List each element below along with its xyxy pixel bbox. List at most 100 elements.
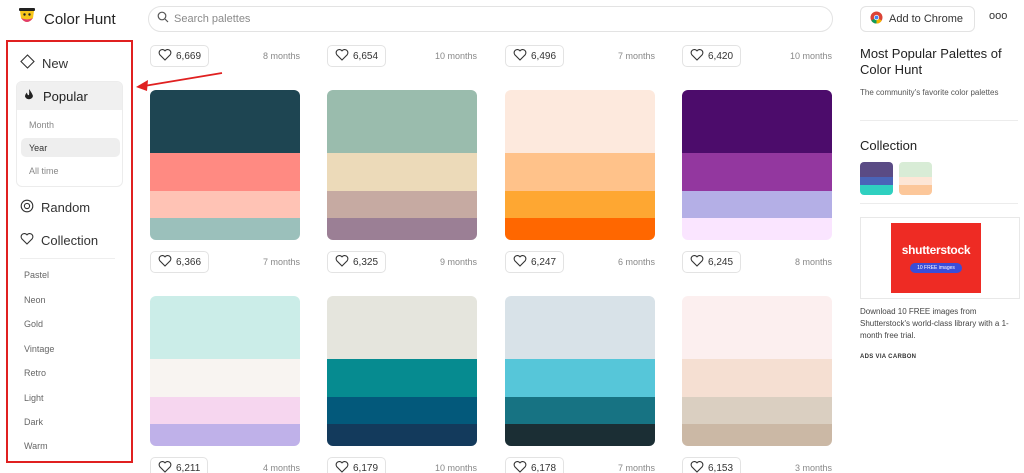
color-swatch[interactable] [150,424,300,446]
sidebar-item-popular[interactable]: Popular [17,82,122,110]
tag-vintage[interactable]: Vintage [24,344,54,354]
filter-month[interactable]: Month [29,120,54,130]
heart-icon [690,254,704,270]
heart-icon [158,48,172,64]
color-swatch[interactable] [505,191,655,218]
heart-icon [335,48,349,64]
filter-all-time[interactable]: All time [29,166,59,176]
color-swatch[interactable] [682,153,832,191]
color-swatch[interactable] [682,191,832,218]
color-swatch[interactable] [150,296,300,359]
more-menu-button[interactable]: ooo [989,10,1007,22]
color-swatch[interactable] [327,90,477,153]
color-swatch[interactable] [505,296,655,359]
sidebar-item-collection-label: Collection [41,232,99,248]
color-palette[interactable] [682,296,832,446]
like-button[interactable]: 6,179 [327,457,387,473]
color-swatch[interactable] [150,191,300,218]
color-swatch [899,185,932,195]
heart-icon [335,254,349,270]
like-button[interactable]: 6,366 [150,251,210,273]
search-input[interactable] [174,13,774,25]
shutterstock-ad-image[interactable]: shutterstock 10 FREE images [891,223,981,293]
ads-via-carbon-link[interactable]: ADS VIA CARBON [860,354,916,360]
add-to-chrome-button[interactable]: Add to Chrome [860,6,975,32]
ad-text[interactable]: Download 10 FREE images from Shutterstoc… [860,306,1020,342]
brand-logo[interactable]: Color Hunt [17,6,116,33]
color-swatch[interactable] [682,397,832,424]
palette-age: 9 months [439,257,477,267]
tag-light[interactable]: Light [24,393,44,403]
color-swatch[interactable] [682,424,832,446]
like-count: 6,366 [176,256,202,268]
color-swatch[interactable] [682,90,832,153]
color-swatch[interactable] [682,359,832,397]
like-button[interactable]: 6,420 [682,45,742,67]
color-swatch[interactable] [682,218,832,240]
sidebar-item-random[interactable]: Random [20,199,90,216]
filter-year[interactable]: Year [21,138,120,157]
color-hunt-page: Color Hunt Add to Chrome ooo New [0,0,1024,473]
tag-retro[interactable]: Retro [24,368,46,378]
color-swatch[interactable] [327,359,477,397]
search-bar[interactable] [148,6,833,32]
like-button[interactable]: 6,211 [150,457,209,473]
color-swatch[interactable] [505,397,655,424]
color-palette[interactable] [682,90,832,240]
color-swatch[interactable] [327,296,477,359]
like-button[interactable]: 6,654 [327,45,387,67]
like-button[interactable]: 6,178 [505,457,565,473]
flame-icon [23,88,35,105]
color-swatch[interactable] [150,153,300,191]
color-swatch[interactable] [327,218,477,240]
sidebar-item-new-label: New [42,55,69,71]
color-swatch[interactable] [150,397,300,424]
heart-icon [20,232,34,248]
color-swatch[interactable] [150,218,300,240]
like-button[interactable]: 6,247 [505,251,565,273]
color-palette[interactable] [150,296,300,446]
chrome-icon [870,11,883,27]
color-swatch[interactable] [327,424,477,446]
color-swatch[interactable] [505,153,655,191]
color-swatch[interactable] [327,397,477,424]
like-button[interactable]: 6,496 [505,45,565,67]
tag-dark[interactable]: Dark [24,417,43,427]
random-icon [20,199,34,216]
color-swatch[interactable] [505,90,655,153]
like-button[interactable]: 6,153 [682,457,742,473]
color-swatch [899,177,932,185]
color-swatch[interactable] [682,296,832,359]
palette-age: 10 months [434,463,477,473]
collection-palette-thumb[interactable] [899,162,932,195]
color-palette[interactable] [327,90,477,240]
right-divider [860,203,1018,204]
palette-age: 3 months [794,463,832,473]
heart-icon [690,48,704,64]
tag-warm[interactable]: Warm [24,441,48,451]
tag-pastel[interactable]: Pastel [24,270,49,280]
color-palette[interactable] [505,90,655,240]
color-swatch [899,162,932,177]
color-swatch[interactable] [150,359,300,397]
ad-banner[interactable]: shutterstock 10 FREE images [860,217,1020,299]
color-swatch [860,162,893,177]
color-palette[interactable] [150,90,300,240]
sidebar-item-collection[interactable]: Collection [20,232,98,248]
color-swatch[interactable] [505,218,655,240]
color-palette[interactable] [505,296,655,446]
palette-age: 7 months [262,257,300,267]
color-swatch[interactable] [150,90,300,153]
sidebar-item-new[interactable]: New [20,54,68,72]
color-swatch[interactable] [327,191,477,218]
color-swatch[interactable] [327,153,477,191]
color-swatch[interactable] [505,359,655,397]
color-palette[interactable] [327,296,477,446]
tag-gold[interactable]: Gold [24,319,43,329]
like-button[interactable]: 6,669 [150,45,210,67]
like-button[interactable]: 6,245 [682,251,742,273]
color-swatch[interactable] [505,424,655,446]
like-button[interactable]: 6,325 [327,251,387,273]
collection-palette-thumb[interactable] [860,162,893,195]
tag-neon[interactable]: Neon [24,295,46,305]
